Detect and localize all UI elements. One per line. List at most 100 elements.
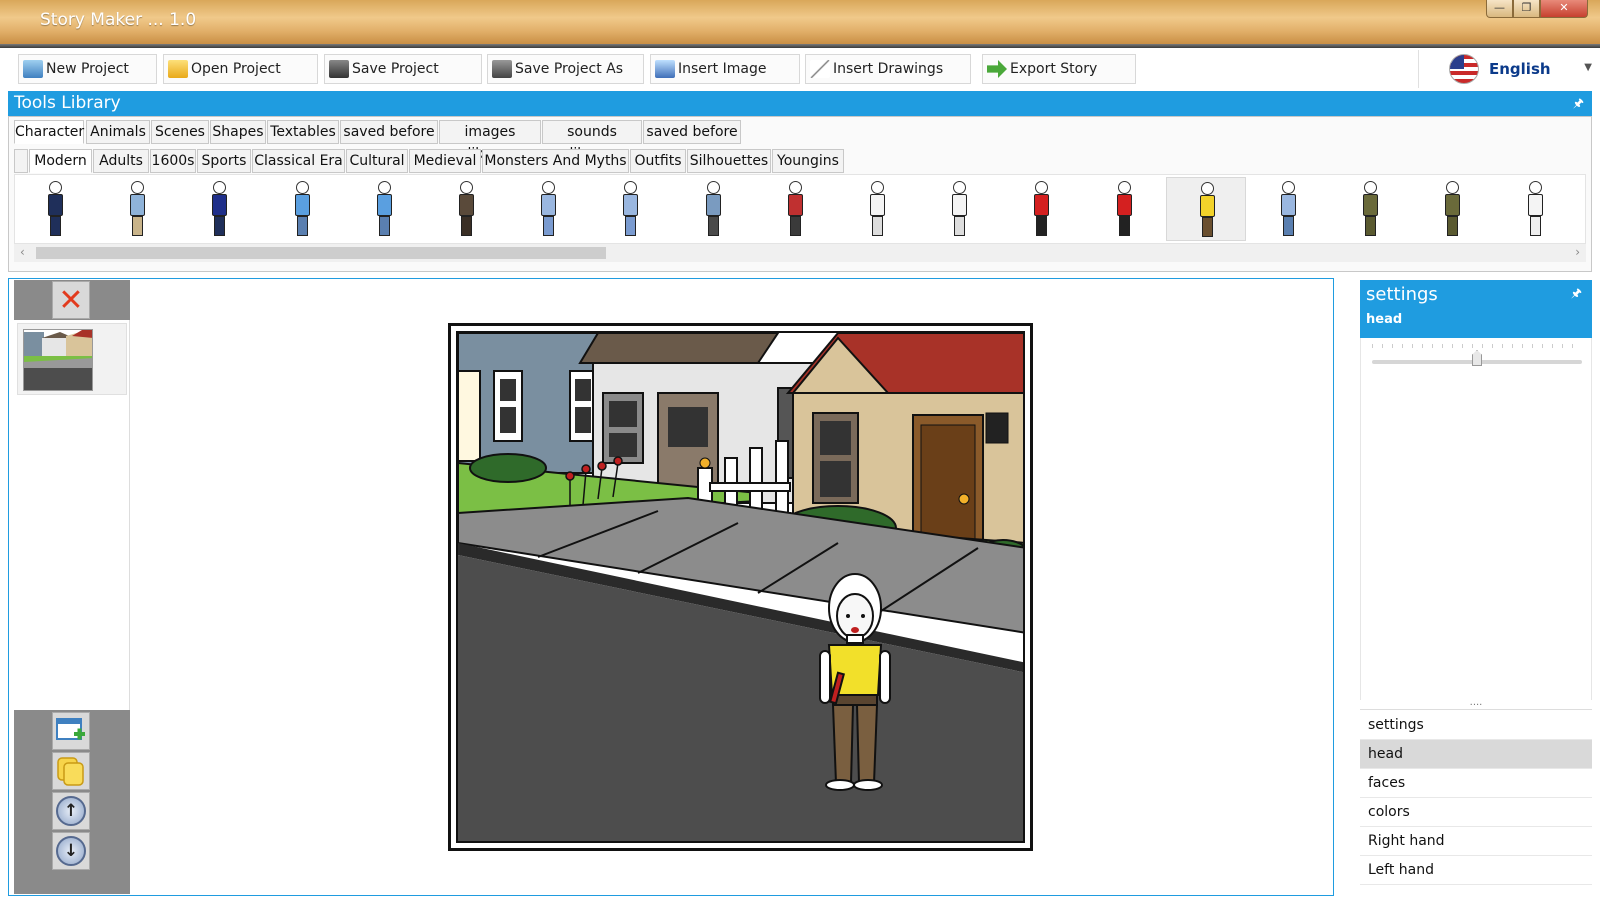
character-thumbnail[interactable] [673,177,753,241]
pin-icon[interactable]: 🖈 [1571,284,1582,305]
tab-sounds-library[interactable]: sounds library [542,120,642,162]
subtab-sports[interactable]: Sports [197,149,251,173]
tab-saved-before-2[interactable]: saved before [643,120,741,144]
subtab-adults[interactable]: Adults [93,149,149,173]
story-canvas-frame [448,323,1033,851]
scene-thumbnail[interactable] [17,323,127,395]
character-thumbnail[interactable] [755,177,835,241]
character-thumbnail[interactable] [837,177,917,241]
add-scene-button[interactable] [52,712,90,750]
title-bar: Story Maker ... 1.0 — ❐ ✕ [0,0,1600,44]
character-head [624,181,637,194]
subtab-cultural[interactable]: Cultural [346,149,408,173]
character-body [1528,194,1543,216]
character-thumbnail[interactable] [262,177,342,241]
character-legs [379,216,390,236]
subtab-1600s[interactable]: 1600s [150,149,196,173]
character-thumbnail[interactable] [1412,177,1492,241]
tab-saved-before[interactable]: saved before [340,120,438,144]
character-legs [543,216,554,236]
character-head [1201,182,1214,195]
settings-item-head[interactable]: head [1360,740,1592,769]
settings-item-left-hand[interactable]: Left hand [1360,856,1592,885]
character-thumbnail[interactable] [97,177,177,241]
subtab-monsters-and-myths[interactable]: Monsters And Myths [482,149,629,173]
add-window-icon [56,718,85,740]
minimize-button[interactable]: — [1486,0,1513,18]
open-project-label: Open Project [191,61,281,77]
character-thumbnail[interactable] [15,177,95,241]
character-head [1282,181,1295,194]
scroll-right-icon[interactable]: › [1575,245,1580,259]
save-project-button[interactable]: Save Project [324,54,482,84]
pin-icon[interactable]: 🖈 [1573,91,1584,116]
save-project-label: Save Project [352,61,439,77]
subtab-classical-era[interactable]: Classical Era [252,149,345,173]
subtab-outfits[interactable]: Outfits [630,149,686,173]
character-body [541,194,556,216]
duplicate-scene-button[interactable] [52,752,90,790]
character-thumbnail[interactable] [426,177,506,241]
export-story-button[interactable]: Export Story [982,54,1136,84]
new-project-label: New Project [46,61,129,77]
character-thumbnail[interactable] [1001,177,1081,241]
tab-animals[interactable]: Animals [86,120,150,144]
character-thumbnail[interactable] [590,177,670,241]
language-label: English [1489,60,1551,78]
character-thumbnail[interactable] [919,177,999,241]
subtab-silhouettes[interactable]: Silhouettes [687,149,771,173]
character-body [130,194,145,216]
tab-textables[interactable]: Textables [267,120,339,144]
settings-item-settings[interactable]: settings [1360,711,1592,740]
copy-pages-icon [57,757,84,786]
close-button[interactable]: ✕ [1540,0,1588,18]
subtab-medieval[interactable]: Medieval [409,149,481,173]
tab-character[interactable]: Character [14,120,84,144]
tab-scenes[interactable]: Scenes [151,120,209,144]
insert-drawings-button[interactable]: Insert Drawings [805,54,971,84]
settings-item-right-hand[interactable]: Right hand [1360,827,1592,856]
move-scene-up-button[interactable]: ↑ [52,792,90,830]
subtab-youngins[interactable]: Youngins [772,149,844,173]
save-disk-icon [329,60,349,78]
scrollbar-thumb[interactable] [36,247,606,259]
character-head [871,181,884,194]
character-legs [297,216,308,236]
character-thumbnail[interactable] [1084,177,1164,241]
character-thumbnail[interactable] [1166,177,1246,241]
settings-item-colors[interactable]: colors [1360,798,1592,827]
settings-item-faces[interactable]: faces [1360,769,1592,798]
window-title: Story Maker ... 1.0 [40,10,197,30]
language-selector[interactable]: English ▼ [1418,50,1598,88]
settings-panel: settings 🖈 head .... settings head faces… [1360,280,1592,894]
panel-splitter[interactable]: .... [1360,698,1592,710]
horizontal-scrollbar[interactable]: ‹ › [14,244,1586,262]
character-legs [1365,216,1376,236]
move-scene-down-button[interactable]: ↓ [52,832,90,870]
character-body [788,194,803,216]
delete-scene-button[interactable]: ✕ [52,281,90,319]
character-thumbnail[interactable] [179,177,259,241]
character-thumbnail[interactable] [508,177,588,241]
character-gallery [14,174,1586,244]
scroll-left-icon[interactable]: ‹ [20,245,25,259]
street-scene [458,333,1023,841]
character-thumbnail[interactable] [1495,177,1575,241]
tab-images-library[interactable]: images library [439,120,541,162]
character-thumbnail[interactable] [1248,177,1328,241]
save-project-as-button[interactable]: Save Project As [487,54,644,84]
character-head [953,181,966,194]
new-project-button[interactable]: New Project [18,54,157,84]
character-body [48,194,63,216]
insert-image-icon [655,60,675,78]
character-thumbnail[interactable] [1330,177,1410,241]
tab-shapes[interactable]: Shapes [210,120,266,144]
subtab-modern[interactable]: Modern [29,149,92,173]
insert-image-button[interactable]: Insert Image [650,54,800,84]
story-canvas[interactable] [456,331,1025,843]
maximize-button[interactable]: ❐ [1513,0,1540,18]
character-thumbnail[interactable] [344,177,424,241]
insert-drawings-label: Insert Drawings [833,61,944,77]
open-project-button[interactable]: Open Project [163,54,318,84]
character-body [1445,194,1460,216]
